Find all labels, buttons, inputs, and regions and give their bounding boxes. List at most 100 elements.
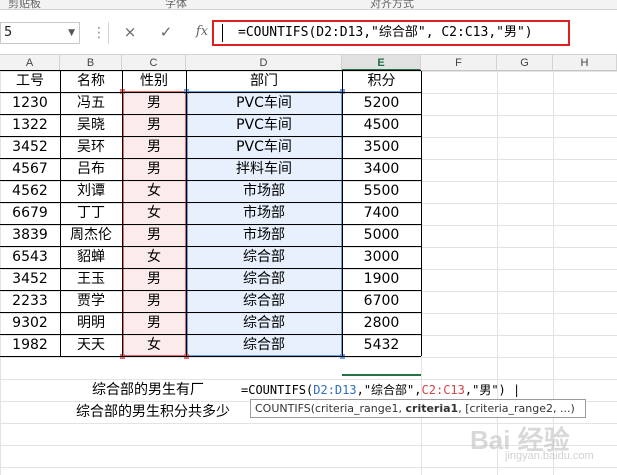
header-cell-score[interactable]: 积分: [342, 70, 421, 92]
name-cell[interactable]: 贾学: [60, 290, 122, 312]
score-cell[interactable]: 5200: [342, 92, 421, 114]
name-cell[interactable]: 丁丁: [60, 202, 122, 224]
score-cell[interactable]: 5000: [342, 224, 421, 246]
column-header-d[interactable]: D: [186, 55, 342, 71]
name-cell[interactable]: 周杰伦: [60, 224, 122, 246]
table-border-h: [0, 202, 421, 203]
table-border-h: [0, 334, 421, 335]
score-cell[interactable]: 3400: [342, 158, 421, 180]
name-box-value: 5: [4, 25, 13, 40]
gender-cell[interactable]: 女: [122, 334, 186, 356]
note-question-score[interactable]: 综合部的男生积分共多少: [76, 401, 230, 421]
column-header-c[interactable]: C: [122, 55, 186, 71]
department-cell[interactable]: 拌料车间: [186, 158, 342, 180]
id-cell[interactable]: 6679: [0, 202, 60, 224]
header-cell-name[interactable]: 名称: [60, 70, 122, 92]
insert-function-icon[interactable]: fx: [190, 22, 214, 42]
tooltip-current-arg: criteria1: [405, 402, 459, 415]
id-cell[interactable]: 3839: [0, 224, 60, 246]
gender-cell[interactable]: 男: [122, 224, 186, 246]
department-cell[interactable]: 综合部: [186, 312, 342, 334]
name-cell[interactable]: 冯五: [60, 92, 122, 114]
table-border-v: [421, 71, 422, 356]
header-cell-gender[interactable]: 性别: [122, 70, 186, 92]
score-cell[interactable]: 3500: [342, 136, 421, 158]
score-cell[interactable]: 4500: [342, 114, 421, 136]
department-cell[interactable]: 市场部: [186, 224, 342, 246]
name-cell[interactable]: 王玉: [60, 268, 122, 290]
watermark-url: jingyan.baidu.com: [505, 450, 594, 462]
header-cell-id[interactable]: 工号: [0, 70, 60, 92]
score-cell[interactable]: 2800: [342, 312, 421, 334]
column-header-e[interactable]: E: [342, 55, 421, 71]
score-cell[interactable]: 1900: [342, 268, 421, 290]
gender-cell[interactable]: 男: [122, 114, 186, 136]
name-cell[interactable]: 明明: [60, 312, 122, 334]
gender-cell[interactable]: 女: [122, 202, 186, 224]
cancel-icon[interactable]: ×: [118, 22, 142, 42]
gender-cell[interactable]: 男: [122, 312, 186, 334]
id-cell[interactable]: 1322: [0, 114, 60, 136]
text-cursor: [222, 24, 223, 42]
name-box[interactable]: 5 ▼: [0, 22, 80, 44]
score-cell[interactable]: 5432: [342, 334, 421, 356]
table-border-v: [186, 71, 187, 356]
department-cell[interactable]: 综合部: [186, 334, 342, 356]
department-cell[interactable]: 市场部: [186, 180, 342, 202]
id-cell[interactable]: 1982: [0, 334, 60, 356]
function-tooltip[interactable]: COUNTIFS(criteria_range1, criteria1, [cr…: [250, 399, 586, 418]
score-cell[interactable]: 7400: [342, 202, 421, 224]
department-cell[interactable]: 市场部: [186, 202, 342, 224]
score-cell[interactable]: 6700: [342, 290, 421, 312]
department-cell[interactable]: 综合部: [186, 246, 342, 268]
column-header-b[interactable]: B: [60, 55, 122, 71]
column-header-f[interactable]: F: [421, 55, 497, 71]
chevron-down-icon[interactable]: ▼: [68, 23, 75, 43]
score-cell[interactable]: 3000: [342, 246, 421, 268]
id-cell[interactable]: 4562: [0, 180, 60, 202]
gender-cell[interactable]: 男: [122, 158, 186, 180]
department-cell[interactable]: PVC车间: [186, 136, 342, 158]
ribbon-group-alignment[interactable]: 对齐方式: [370, 0, 414, 9]
gender-cell[interactable]: 女: [122, 180, 186, 202]
department-cell[interactable]: PVC车间: [186, 114, 342, 136]
name-cell[interactable]: 吴晓: [60, 114, 122, 136]
column-header-g[interactable]: G: [497, 55, 553, 71]
department-cell[interactable]: 综合部: [186, 268, 342, 290]
drag-handle-icon[interactable]: ⋮: [92, 24, 106, 42]
id-cell[interactable]: 3452: [0, 268, 60, 290]
gender-cell[interactable]: 男: [122, 92, 186, 114]
id-cell[interactable]: 6543: [0, 246, 60, 268]
name-cell[interactable]: 天天: [60, 334, 122, 356]
ribbon-group-clipboard[interactable]: 剪贴板: [8, 0, 41, 9]
gender-cell[interactable]: 女: [122, 246, 186, 268]
note-question-count[interactable]: 综合部的男生有厂: [92, 379, 204, 399]
id-cell[interactable]: 1230: [0, 92, 60, 114]
table-border-h: [0, 180, 421, 181]
ribbon-strip: 剪贴板 字体 对齐方式: [0, 0, 617, 10]
enter-icon[interactable]: ✓: [154, 22, 178, 42]
column-header-a[interactable]: A: [0, 55, 60, 71]
table-border-v: [342, 71, 343, 356]
gender-cell[interactable]: 男: [122, 290, 186, 312]
name-cell[interactable]: 吴环: [60, 136, 122, 158]
score-cell[interactable]: 5500: [342, 180, 421, 202]
table-border-h: [0, 136, 421, 137]
department-cell[interactable]: 综合部: [186, 290, 342, 312]
name-cell[interactable]: 刘谭: [60, 180, 122, 202]
id-cell[interactable]: 9302: [0, 312, 60, 334]
id-cell[interactable]: 3452: [0, 136, 60, 158]
department-cell[interactable]: PVC车间: [186, 92, 342, 114]
name-cell[interactable]: 貂蝉: [60, 246, 122, 268]
name-cell[interactable]: 吕布: [60, 158, 122, 180]
header-cell-department[interactable]: 部门: [186, 70, 342, 92]
id-cell[interactable]: 4567: [0, 158, 60, 180]
ribbon-group-font[interactable]: 字体: [165, 0, 187, 9]
gender-cell[interactable]: 男: [122, 268, 186, 290]
in-cell-formula[interactable]: =COUNTIFS(D2:D13,"综合部",C2:C13,"男") |: [241, 381, 520, 398]
formula-range-department: D2:D13: [313, 383, 357, 397]
column-header-h[interactable]: H: [553, 55, 617, 71]
table-border-h: [0, 224, 421, 225]
id-cell[interactable]: 2233: [0, 290, 60, 312]
gender-cell[interactable]: 男: [122, 136, 186, 158]
